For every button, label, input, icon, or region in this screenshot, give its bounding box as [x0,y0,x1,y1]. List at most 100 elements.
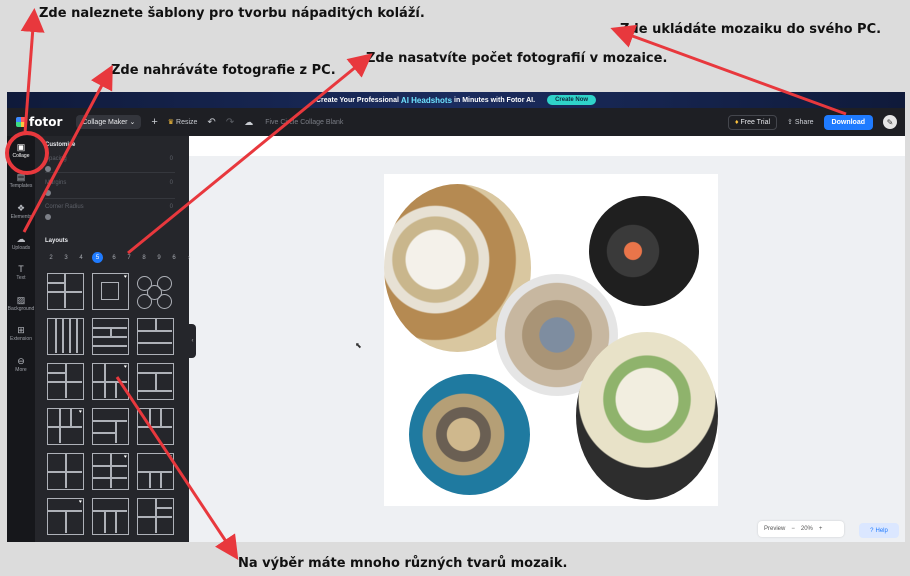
tile-line [48,426,82,428]
tile-line [138,390,172,392]
share-icon: ⇪ [787,119,793,126]
help-button[interactable]: ? Help [859,523,899,538]
nav-label: More [15,367,27,373]
slider-handle[interactable] [45,214,51,220]
collapse-panel-handle[interactable]: ‹ [189,324,196,358]
layout-tile[interactable] [137,273,174,310]
layout-tile[interactable] [92,318,129,355]
banner-text-post: in Minutes with Fotor AI. [454,96,536,104]
tile-line [155,499,157,533]
count-option-selected[interactable]: 5 [92,252,103,263]
nav-more[interactable]: ⊖ More [7,356,35,373]
count-option[interactable]: 6 [170,255,178,261]
corner-radius-slider[interactable]: Corner Radius 0 [45,204,173,220]
zoom-out-icon[interactable]: − [791,526,795,532]
nav-label: Collage [12,153,30,159]
tile-line [155,372,157,390]
user-avatar[interactable]: ✎ [883,115,897,129]
free-trial-button[interactable]: ♦ Free Trial [727,114,778,130]
redo-icon[interactable]: ↷ [226,117,234,128]
divider [45,198,175,199]
add-icon[interactable]: + [151,116,157,128]
nav-extension[interactable]: ⊞ Extension [7,325,35,342]
tile-line [69,319,71,353]
app-screenshot: Create Your Professional AI Headshots in… [7,92,905,542]
share-button[interactable]: ⇪ Share [787,118,814,126]
crown-icon: ♥ [169,454,172,460]
rotten-apple-photo[interactable] [409,374,530,495]
promo-banner[interactable]: Create Your Professional AI Headshots in… [7,92,905,108]
count-option[interactable]: 7 [125,255,133,261]
layout-tile[interactable] [92,408,129,445]
nav-text[interactable]: T Text [7,264,35,281]
slider-handle[interactable] [45,190,51,196]
nav-collage[interactable]: ▣ Collage [7,142,35,159]
layout-tile[interactable] [47,318,84,355]
help-icon: ? [870,527,874,534]
fotor-logo-icon [16,117,26,127]
layout-tile[interactable]: ♥ [92,273,129,310]
margins-value: 0 [169,180,173,186]
resize-button[interactable]: ♛ Resize [168,118,198,126]
collage-maker-dropdown[interactable]: Collage Maker ⌄ [76,115,142,129]
nav-label: Background [7,306,35,312]
layout-tile[interactable] [47,273,84,310]
layout-tile[interactable] [137,363,174,400]
nav-label: Uploads [11,245,31,251]
moldy-pasta-photo[interactable] [589,196,699,306]
count-option[interactable]: 8 [140,255,148,261]
tile-line [59,409,61,443]
count-option[interactable]: 6 [110,255,118,261]
count-option[interactable]: 2 [47,255,55,261]
count-option[interactable]: 4 [77,255,85,261]
banner-text-pre: Create Your Professional [315,96,399,104]
moldy-salad-photo[interactable] [576,332,718,500]
zoom-in-icon[interactable]: + [819,526,823,532]
annotation-upload: Zde nahráváte fotografie z PC. [111,63,336,78]
count-option[interactable]: 3 [62,255,70,261]
count-option[interactable]: 9 [155,255,163,261]
layout-tile[interactable] [137,498,174,535]
more-icon: ⊖ [17,356,25,366]
corner-radius-value: 0 [169,204,173,210]
layout-tile[interactable]: ♥ [47,408,84,445]
layout-tile[interactable] [137,318,174,355]
tile-line [55,319,57,353]
layout-tile[interactable]: ♥ [92,363,129,400]
crown-icon: ♥ [124,454,127,460]
spacing-label: Spacing [45,156,67,162]
download-button[interactable]: Download [823,114,873,130]
canvas-top-strip [189,136,905,156]
tile-frame [101,282,119,300]
layout-tile[interactable]: ♥ [47,498,84,535]
tile-line [48,282,64,284]
tile-line [110,454,112,488]
cloud-sync-icon[interactable]: ☁ [244,117,253,128]
preview-button[interactable]: Preview [764,526,785,532]
nav-background[interactable]: ▨ Background [7,295,35,312]
layout-tile[interactable] [47,363,84,400]
nav-elements[interactable]: ❖ Elements [7,203,35,220]
tile-line [138,426,172,428]
layout-tile[interactable] [92,498,129,535]
project-title[interactable]: Five Circle Collage Blank [265,119,343,126]
margins-slider[interactable]: Margins 0 [45,180,173,196]
chevron-right-icon[interactable]: › [185,255,193,261]
layout-tile[interactable]: ♥ [92,453,129,490]
layout-tile[interactable] [137,408,174,445]
nav-templates[interactable]: ▤ Templates [7,172,35,189]
nav-label: Elements [10,214,32,220]
fotor-logo[interactable]: fotor [16,115,62,129]
nav-uploads[interactable]: ☁ Uploads [7,234,35,251]
tile-circle [157,294,172,309]
layout-tile[interactable] [47,453,84,490]
zoom-value: 20% [800,526,813,532]
text-icon: T [18,264,24,274]
undo-icon[interactable]: ↶ [207,117,215,128]
tile-line [62,319,64,353]
spacing-slider[interactable]: Spacing 0 [45,156,173,172]
tile-line [48,372,65,374]
collage-page[interactable] [384,174,718,506]
create-now-button[interactable]: Create Now [547,95,597,105]
layout-tile[interactable]: ♥ [137,453,174,490]
